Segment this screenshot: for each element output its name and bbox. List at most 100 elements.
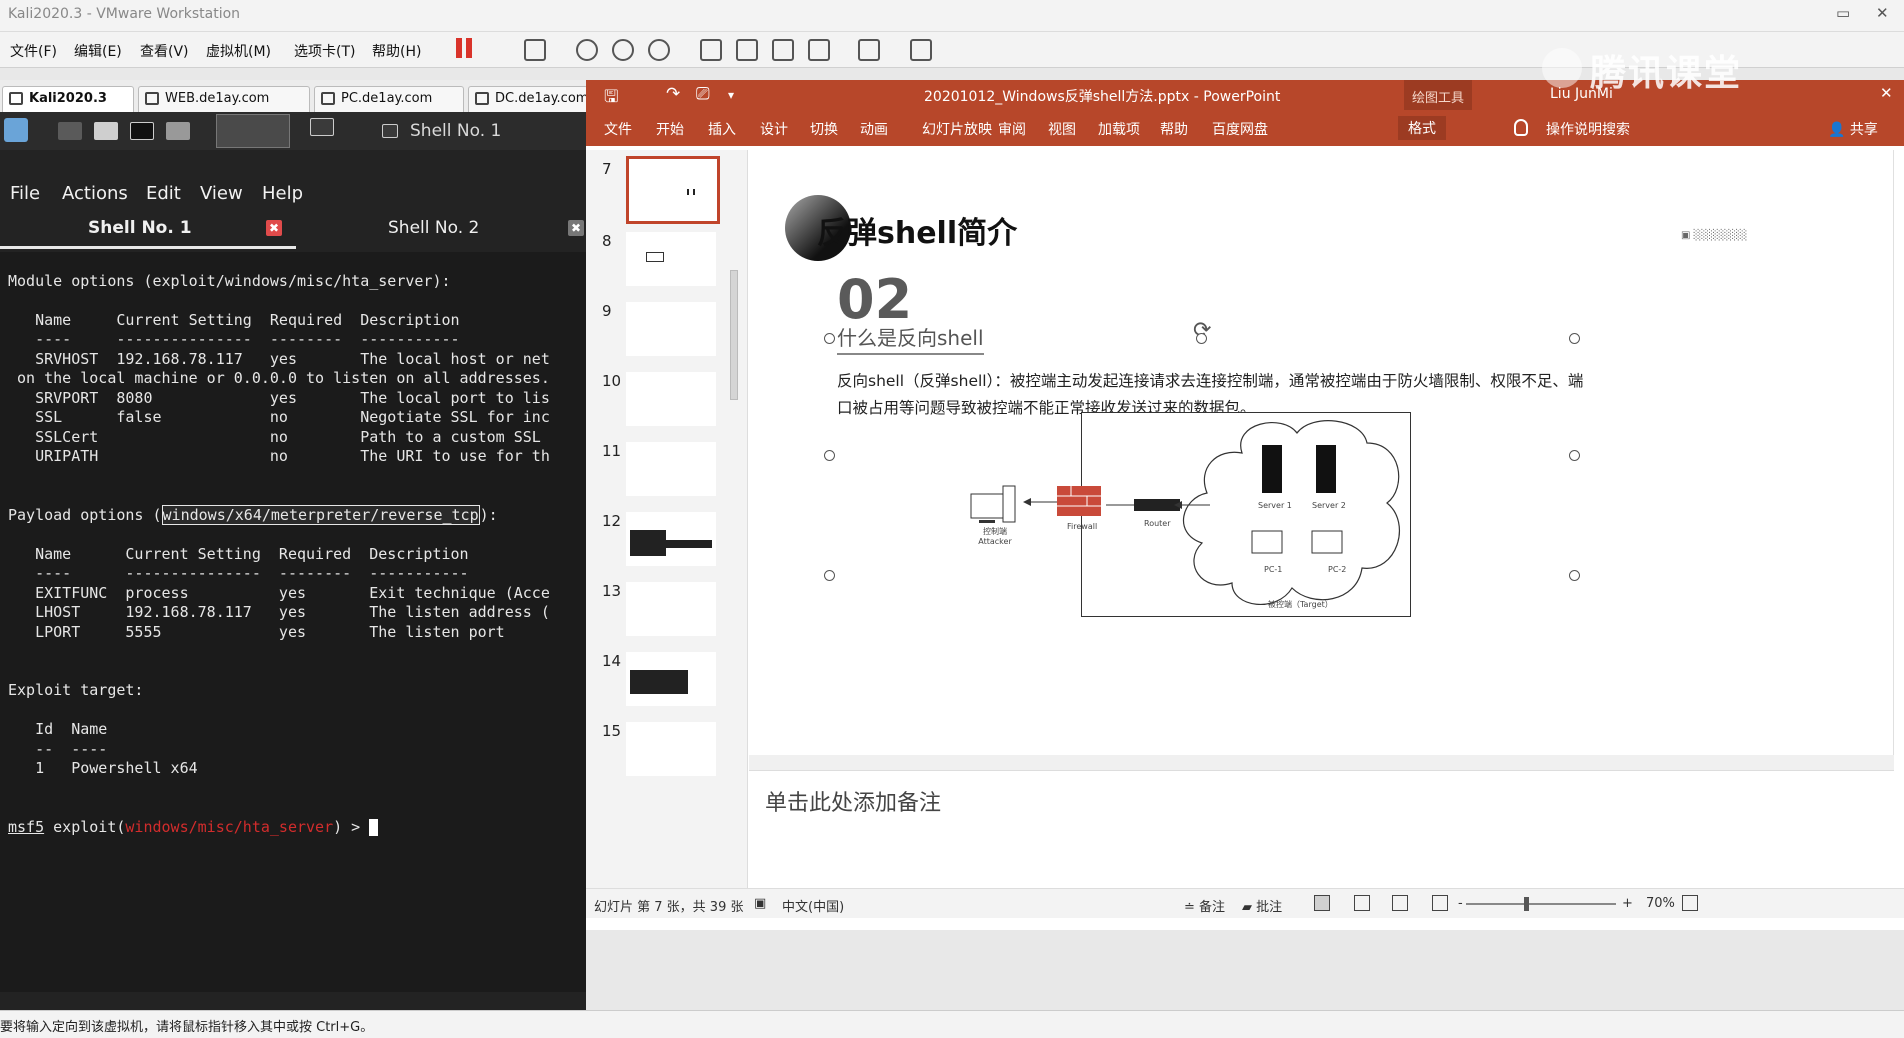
stretch-icon[interactable]: [910, 39, 932, 61]
redo-icon[interactable]: ↷: [666, 84, 680, 104]
thumbnail-slide-9[interactable]: [626, 302, 716, 356]
panel-window-title[interactable]: Shell No. 1: [410, 121, 501, 141]
tab-dc[interactable]: DC.de1ay.com: [468, 86, 588, 112]
ribbon-tab-file[interactable]: 文件: [604, 119, 632, 139]
server1-label: Server 1: [1258, 501, 1292, 510]
ribbon-tab-insert[interactable]: 插入: [708, 119, 736, 139]
selection-handle[interactable]: [824, 450, 835, 461]
thumbnail-slide-11[interactable]: [626, 442, 716, 496]
thumbnail-slide-8[interactable]: [626, 232, 716, 286]
kali-dragon-icon[interactable]: [4, 118, 28, 142]
zoom-level[interactable]: 70%: [1646, 896, 1675, 911]
ribbon-tab-baidu[interactable]: 百度网盘: [1212, 119, 1268, 139]
fullscreen-icon[interactable]: [772, 39, 794, 61]
ribbon-tab-review[interactable]: 审阅: [998, 119, 1026, 139]
term-menu-actions[interactable]: Actions: [62, 183, 128, 204]
zoom-slider-track[interactable]: [1466, 903, 1616, 905]
term-menu-edit[interactable]: Edit: [146, 183, 181, 204]
fit-to-window-icon[interactable]: [1682, 895, 1698, 911]
slide-title[interactable]: 反弹shell简介: [817, 208, 1017, 252]
revert-snapshot-icon[interactable]: [612, 39, 634, 61]
selection-handle[interactable]: [1196, 333, 1207, 344]
slideshow-icon[interactable]: [1432, 895, 1448, 911]
menu-view[interactable]: 查看(V): [140, 41, 189, 61]
zoom-slider-thumb[interactable]: [1524, 897, 1529, 911]
slide-canvas[interactable]: 反弹shell简介 ▣ ░░░░░░░ 02 什么是反向shell ⟳ 反向sh…: [749, 150, 1894, 755]
thumbnail-scrollbar[interactable]: [730, 270, 738, 400]
menu-edit[interactable]: 编辑(E): [74, 41, 122, 61]
section-subtitle[interactable]: 什么是反向shell: [837, 322, 984, 355]
ribbon-tab-home[interactable]: 开始: [656, 119, 684, 139]
terminal-output[interactable]: Module options (exploit/windows/misc/hta…: [0, 252, 586, 992]
term-menu-file[interactable]: File: [10, 183, 40, 204]
network-diagram[interactable]: Server 1 Server 2 PC-1 PC-2 Router 被控端（T…: [1081, 412, 1411, 617]
snapshot-manager-icon[interactable]: [648, 39, 670, 61]
sidebar-view-icon[interactable]: [700, 39, 722, 61]
thumbnail-slide-14[interactable]: [626, 652, 716, 706]
browser-icon[interactable]: [166, 122, 190, 140]
menu-help[interactable]: 帮助(H): [372, 41, 421, 61]
selection-handle[interactable]: [824, 570, 835, 581]
present-icon[interactable]: ⎚: [696, 84, 710, 104]
slide-sorter-icon[interactable]: [1354, 895, 1370, 911]
ribbon-tab-animations[interactable]: 动画: [860, 119, 888, 139]
minimize-icon[interactable]: ▭: [1836, 4, 1850, 22]
notes-pane[interactable]: 单击此处添加备注: [749, 770, 1894, 820]
thumbnail-slide-15[interactable]: [626, 722, 716, 776]
menu-file[interactable]: 文件(F): [10, 41, 57, 61]
close-tab-icon[interactable]: ✖: [568, 220, 584, 236]
selection-handle[interactable]: [1569, 450, 1580, 461]
notes-button[interactable]: ≐ 备注: [1184, 896, 1225, 915]
tab-kali[interactable]: Kali2020.3: [2, 86, 134, 112]
ribbon-tab-slideshow[interactable]: 幻灯片放映: [922, 119, 992, 139]
selection-handle[interactable]: [1569, 333, 1580, 344]
tab-pc[interactable]: PC.de1ay.com: [314, 86, 464, 112]
language-indicator[interactable]: 中文(中国): [782, 896, 844, 915]
tab-web[interactable]: WEB.de1ay.com: [138, 86, 310, 112]
thumbnail-slide-13[interactable]: [626, 582, 716, 636]
selection-handle[interactable]: [1569, 570, 1580, 581]
tell-me-search[interactable]: 操作说明搜索: [1546, 119, 1630, 139]
share-button[interactable]: 👤 共享: [1828, 119, 1878, 139]
ribbon-tab-design[interactable]: 设计: [760, 119, 788, 139]
term-tab-shell-2[interactable]: Shell No. 2: [388, 218, 479, 238]
active-window-button[interactable]: [216, 114, 290, 148]
console-icon[interactable]: [858, 39, 880, 61]
spellcheck-icon[interactable]: ▣: [754, 896, 766, 911]
zoom-in-button[interactable]: +: [1622, 896, 1633, 911]
close-icon[interactable]: ✕: [1876, 4, 1889, 22]
vmware-status-text: 要将输入定向到该虚拟机，请将鼠标指针移入其中或按 Ctrl+G。: [0, 1020, 374, 1035]
ribbon-tab-help[interactable]: 帮助: [1160, 119, 1188, 139]
term-menu-help[interactable]: Help: [262, 183, 303, 204]
target-label: 被控端（Target）: [1268, 600, 1333, 609]
comments-button[interactable]: ▰ 批注: [1242, 896, 1282, 915]
close-icon[interactable]: ✕: [1880, 84, 1893, 102]
normal-view-icon[interactable]: [1314, 895, 1330, 911]
ribbon-tab-view[interactable]: 视图: [1048, 119, 1076, 139]
term-menu-view[interactable]: View: [200, 183, 243, 204]
save-icon[interactable]: 🖫: [604, 84, 618, 113]
ribbon-tab-transitions[interactable]: 切换: [810, 119, 838, 139]
zoom-out-button[interactable]: -: [1458, 896, 1463, 911]
menu-tabs[interactable]: 选项卡(T): [294, 41, 355, 61]
unity-icon[interactable]: [808, 39, 830, 61]
customize-qat-icon[interactable]: ▾: [728, 88, 734, 102]
reading-view-icon[interactable]: [1392, 895, 1408, 911]
close-tab-icon[interactable]: ✖: [266, 220, 282, 236]
pause-icon[interactable]: [456, 38, 462, 58]
ribbon-tab-format[interactable]: 格式: [1398, 116, 1446, 140]
send-keys-icon[interactable]: [524, 39, 546, 61]
window-icon[interactable]: [310, 118, 334, 136]
snapshot-icon[interactable]: [576, 39, 598, 61]
thumbnail-slide-12[interactable]: [626, 512, 716, 566]
terminal-icon[interactable]: [130, 122, 154, 140]
ribbon-tab-addins[interactable]: 加载项: [1098, 119, 1140, 139]
thumbnail-view-icon[interactable]: [736, 39, 758, 61]
thumbnail-slide-10[interactable]: [626, 372, 716, 426]
menu-vm[interactable]: 虚拟机(M): [206, 41, 271, 61]
selection-handle[interactable]: [824, 333, 835, 344]
file-manager-icon[interactable]: [94, 122, 118, 140]
thumbnail-slide-7[interactable]: [626, 156, 720, 224]
workspace-1-icon[interactable]: [58, 122, 82, 140]
term-tab-shell-1[interactable]: Shell No. 1: [88, 218, 192, 238]
